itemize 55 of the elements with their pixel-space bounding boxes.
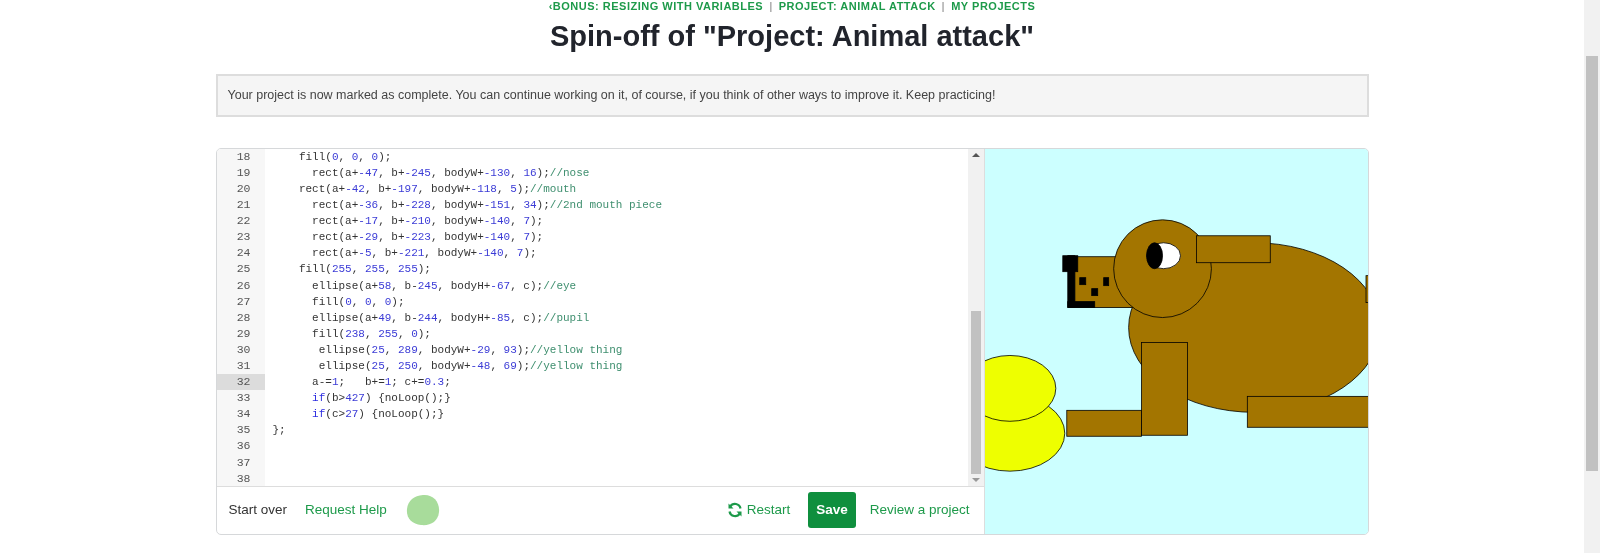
code-line: fill(238, 255, 0); — [311, 326, 432, 342]
line-number: 21 — [235, 197, 252, 214]
code-line: ellipse(a+49, b-244, bodyH+-85, c);//pupil — [311, 310, 591, 326]
page-scrollbar[interactable] — [1584, 0, 1600, 553]
line-number: 33 — [235, 390, 252, 407]
code-line: fill(0, 0, 0); — [297, 149, 393, 165]
request-help-link[interactable]: Request Help — [305, 500, 387, 521]
line-number: 18 — [235, 148, 252, 165]
line-number: 29 — [235, 325, 252, 342]
code-line: rect(a+-42, b+-197, bodyW+-118, 5);//mouth — [297, 181, 578, 197]
code-line: ellipse(25, 250, bodyW+-48, 69);//yellow thing — [317, 358, 624, 374]
breadcrumb-link[interactable]: PROJECT: ANIMAL ATTACK — [778, 0, 936, 12]
code-line: rect(a+-36, b+-228, bodyW+-151, 34);//2nd mouth piece — [311, 198, 663, 214]
save-button[interactable]: Save — [808, 492, 856, 529]
code-line: ellipse(a+58, b-245, bodyH+-67, c);//eye — [311, 278, 578, 294]
line-number: 20 — [235, 180, 252, 197]
start-over-link[interactable]: Start over — [228, 500, 288, 521]
breadcrumb-link[interactable]: MY PROJECTS — [951, 0, 1036, 12]
refresh-icon — [726, 502, 743, 519]
code-line: fill(0, 0, 0); — [311, 294, 406, 310]
line-number: 34 — [235, 406, 252, 423]
code-line: fill(255, 255, 255); — [297, 262, 432, 278]
code-line: ellipse(25, 289, bodyW+-29, 93);//yellow thing — [317, 342, 624, 358]
code-line: a-=1; b+=1; c+=0.3; — [311, 375, 452, 391]
line-number: 19 — [235, 164, 252, 181]
code-line: rect(a+-5, b+-221, bodyW+-140, 7); — [311, 246, 538, 262]
line-number: 32 — [216, 374, 265, 391]
line-number: 26 — [235, 277, 252, 294]
editor-scrollbar[interactable] — [967, 148, 984, 486]
line-number: 37 — [235, 454, 252, 471]
separator: | — [769, 0, 773, 12]
line-number: 24 — [235, 245, 252, 262]
line-number: 35 — [235, 422, 252, 439]
line-number: 22 — [235, 213, 252, 230]
line-number: 25 — [235, 261, 252, 278]
code-line: rect(a+-17, b+-210, bodyW+-140, 7); — [311, 214, 545, 230]
breadcrumb-link[interactable]: ‹BONUS: RESIZING WITH VARIABLES — [548, 0, 764, 12]
completion-notice: Your project is now marked as complete. You can continue working on it, of course, if you think of other ways to improve it. Keep practicing! — [215, 74, 1369, 117]
line-number: 38 — [235, 470, 252, 486]
code-line: rect(a+-47, b+-245, bodyW+-130, 16);//nose — [311, 165, 591, 181]
line-number: 28 — [235, 309, 252, 326]
review-project-link[interactable]: Review a project — [869, 500, 970, 521]
page-title: Spin-off of "Project: Animal attack" — [549, 19, 1035, 54]
line-number: 31 — [235, 357, 252, 374]
code-line: if(c>27) {noLoop();} — [311, 407, 446, 423]
line-number: 23 — [235, 229, 252, 246]
line-number: 30 — [235, 341, 252, 358]
code-line: rect(a+-29, b+-223, bodyW+-140, 7); — [311, 230, 545, 246]
code-line: if(b>427) {noLoop();} — [311, 391, 452, 407]
code-line: }; — [272, 423, 287, 439]
line-number: 27 — [235, 293, 252, 310]
line-number: 36 — [235, 438, 252, 455]
restart-button[interactable]: Restart — [726, 500, 791, 521]
avatar-icon[interactable] — [404, 493, 441, 528]
separator: | — [941, 0, 946, 12]
